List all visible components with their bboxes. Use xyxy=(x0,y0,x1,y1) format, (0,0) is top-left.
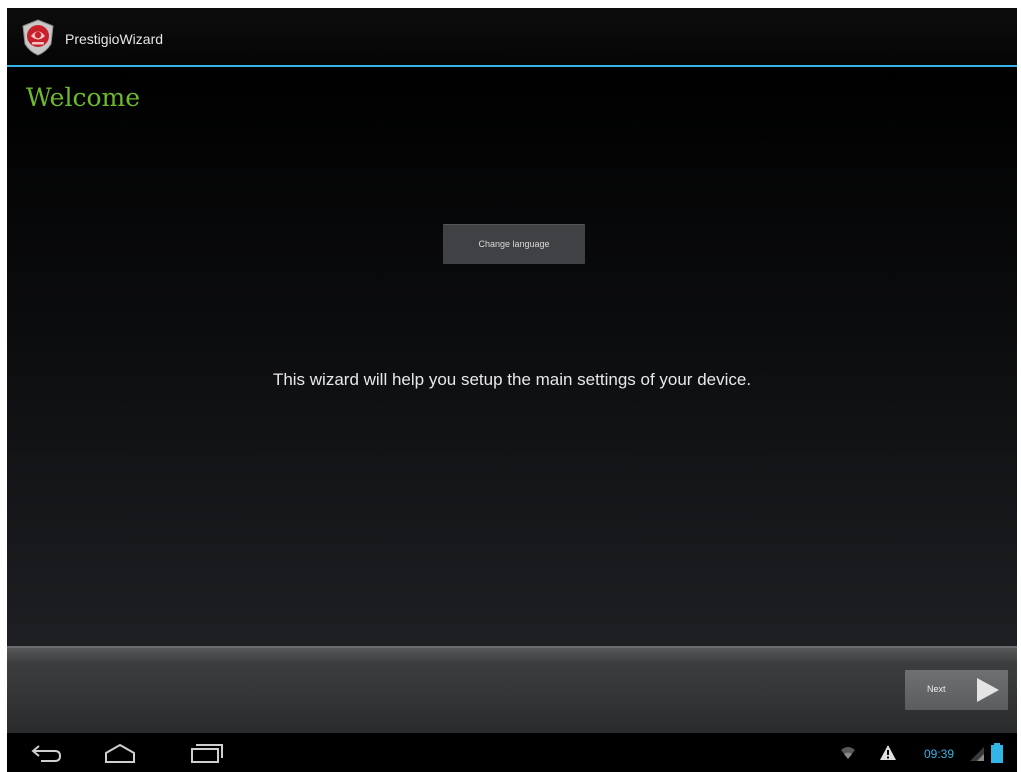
next-button[interactable]: Next xyxy=(905,670,1008,710)
system-bar: 09:39 xyxy=(7,733,1017,772)
page-title: Welcome xyxy=(26,83,141,112)
battery-icon xyxy=(991,743,1003,763)
footer-bar: Next xyxy=(7,646,1017,733)
next-arrow-icon xyxy=(977,678,999,702)
recent-apps-icon[interactable] xyxy=(189,742,225,764)
prestigio-logo-icon[interactable] xyxy=(19,18,57,56)
content-area: Welcome Change language This wizard will… xyxy=(7,67,1017,646)
change-language-button[interactable]: Change language xyxy=(443,224,585,264)
app-title: PrestigioWizard xyxy=(65,31,164,47)
wizard-description: This wizard will help you setup the main… xyxy=(272,370,752,389)
signal-icon xyxy=(970,747,984,761)
warning-icon xyxy=(880,745,896,760)
action-bar: PrestigioWizard xyxy=(7,8,1017,65)
home-icon[interactable] xyxy=(103,742,137,764)
clock: 09:39 xyxy=(924,747,955,761)
wifi-icon xyxy=(841,747,855,759)
next-button-label: Next xyxy=(927,684,946,694)
back-icon[interactable] xyxy=(29,742,65,764)
tablet-screen: PrestigioWizard Welcome Change language … xyxy=(7,8,1017,772)
